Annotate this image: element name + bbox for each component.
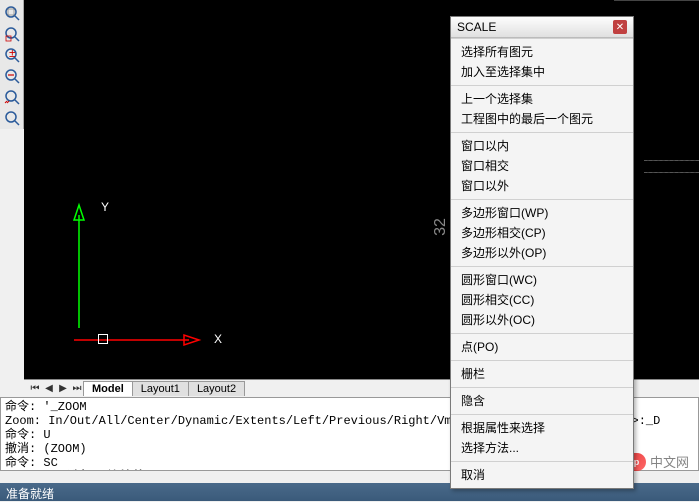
- menu-polygon-window[interactable]: 多边形窗口(WP): [451, 203, 633, 223]
- ucs-y-axis-icon: [69, 200, 89, 330]
- menu-circle-outside[interactable]: 圆形以外(OC): [451, 310, 633, 330]
- menu-window-inside[interactable]: 窗口以内: [451, 136, 633, 156]
- status-text: 准备就绪: [6, 487, 54, 501]
- menu-add-to-selection[interactable]: 加入至选择集中: [451, 62, 633, 82]
- menu-polygon-outside[interactable]: 多边形以外(OP): [451, 243, 633, 263]
- tab-prev-button[interactable]: ◀: [42, 382, 56, 396]
- zoom-previous-icon[interactable]: [2, 66, 22, 86]
- menu-circle-crossing[interactable]: 圆形相交(CC): [451, 290, 633, 310]
- zoom-extents-icon[interactable]: [2, 3, 22, 23]
- menu-last-entity[interactable]: 工程图中的最后一个图元: [451, 109, 633, 129]
- tab-last-button[interactable]: ⏭: [70, 382, 84, 396]
- zoom-realtime-icon[interactable]: ±: [2, 45, 22, 65]
- ucs-x-label: X: [214, 332, 222, 346]
- menu-cancel[interactable]: 取消: [451, 465, 633, 485]
- menu-implied[interactable]: 隐含: [451, 391, 633, 411]
- menu-title: SCALE: [457, 20, 496, 34]
- ucs-origin-icon: [98, 334, 108, 344]
- tab-layout2[interactable]: Layout2: [188, 381, 245, 396]
- tab-model[interactable]: Model: [83, 381, 133, 396]
- menu-selection-method[interactable]: 选择方法...: [451, 438, 633, 458]
- vertical-toolbar: ±: [0, 0, 24, 129]
- dimension-text: 32: [432, 218, 450, 236]
- menu-polygon-crossing[interactable]: 多边形相交(CP): [451, 223, 633, 243]
- tab-layout1[interactable]: Layout1: [132, 381, 189, 396]
- tab-next-button[interactable]: ▶: [56, 382, 70, 396]
- zoom-window-icon[interactable]: [2, 24, 22, 44]
- menu-select-all[interactable]: 选择所有图元: [451, 42, 633, 62]
- menu-circle-window[interactable]: 圆形窗口(WC): [451, 270, 633, 290]
- menu-title-bar: SCALE ✕: [451, 17, 633, 38]
- scale-context-menu: SCALE ✕ 选择所有图元 加入至选择集中 上一个选择集 工程图中的最后一个图…: [450, 16, 634, 489]
- ucs-y-label: Y: [101, 200, 109, 214]
- menu-select-by-property[interactable]: 根据属性来选择: [451, 418, 633, 438]
- menu-fence[interactable]: 栅栏: [451, 364, 633, 384]
- menu-window-crossing[interactable]: 窗口相交: [451, 156, 633, 176]
- svg-text:±: ±: [9, 47, 16, 60]
- menu-previous-selection[interactable]: 上一个选择集: [451, 89, 633, 109]
- watermark-text: 中文网: [650, 452, 689, 471]
- ucs-x-axis-icon: [69, 330, 209, 350]
- tab-first-button[interactable]: ⏮: [28, 382, 42, 396]
- pan-icon[interactable]: [2, 108, 22, 128]
- menu-point[interactable]: 点(PO): [451, 337, 633, 357]
- menu-window-outside[interactable]: 窗口以外: [451, 176, 633, 196]
- zoom-in-icon[interactable]: [2, 87, 22, 107]
- close-icon[interactable]: ✕: [613, 20, 627, 34]
